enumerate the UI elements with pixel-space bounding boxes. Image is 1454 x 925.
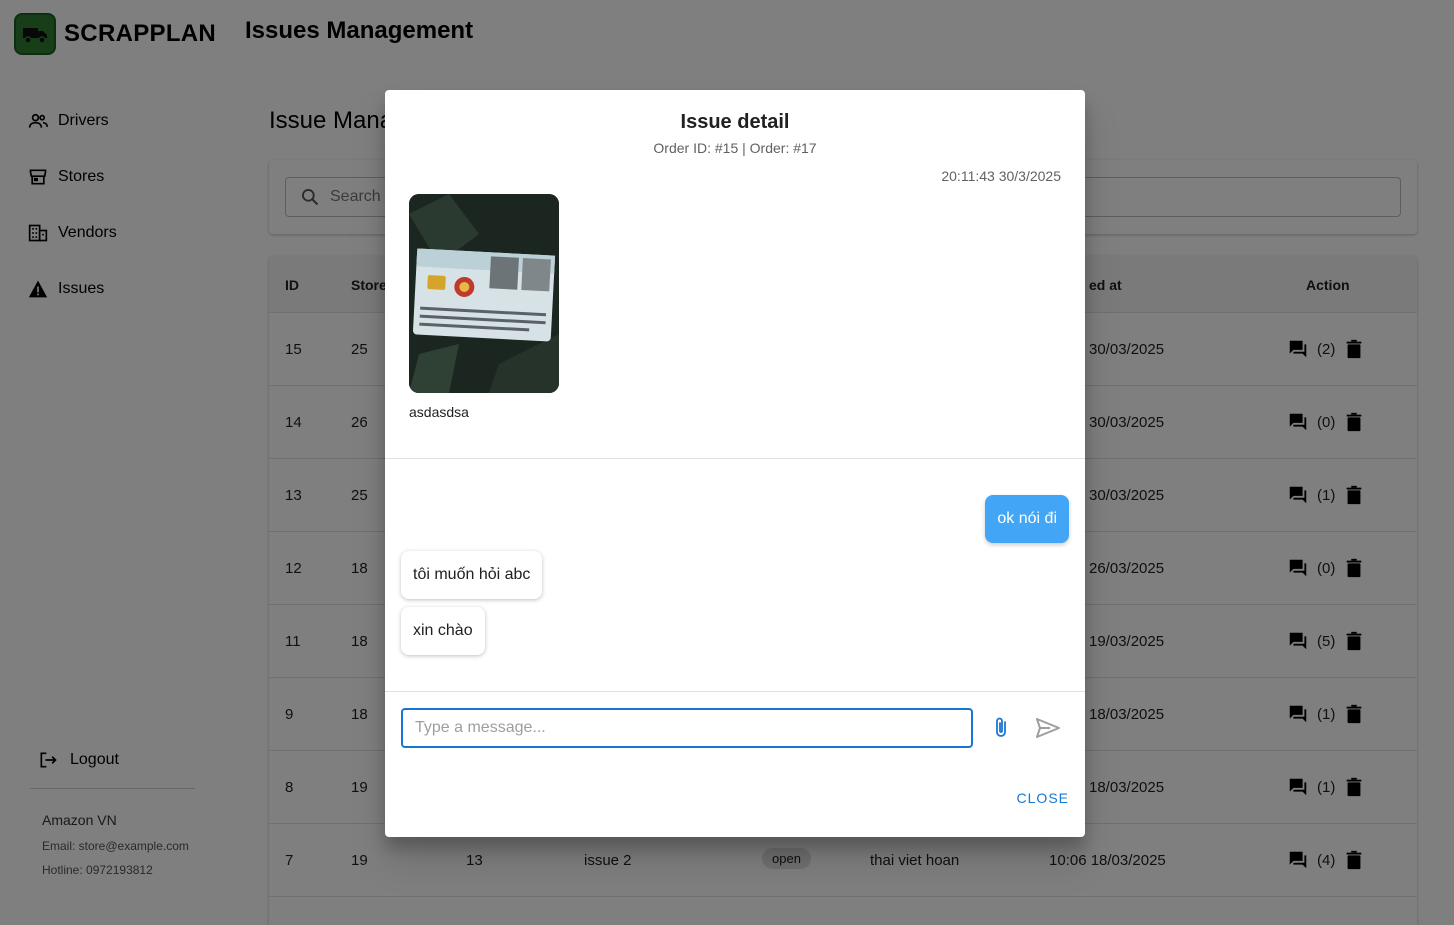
issue-timestamp: 20:11:43 30/3/2025: [941, 168, 1061, 184]
close-button[interactable]: CLOSE: [1017, 790, 1069, 806]
dialog-subtitle: Order ID: #15 | Order: #17: [653, 140, 817, 156]
paperclip-icon: [996, 717, 1006, 737]
issue-description: asdasdsa: [409, 404, 469, 420]
attach-button[interactable]: [989, 716, 1013, 740]
message-bubble-received: xin chào: [401, 607, 485, 655]
divider: [385, 458, 1085, 459]
send-icon: [1036, 718, 1060, 738]
message-bubble-received: tôi muốn hỏi abc: [401, 551, 543, 599]
divider: [385, 691, 1085, 692]
dialog-title: Issue detail: [680, 111, 790, 133]
send-button[interactable]: [1035, 716, 1061, 740]
issue-detail-dialog: Issue detail Order ID: #15 | Order: #17 …: [385, 90, 1085, 837]
message-input[interactable]: [401, 708, 973, 748]
message-bubble-sent: ok nói đi: [985, 495, 1069, 543]
issue-photo[interactable]: [409, 194, 559, 393]
